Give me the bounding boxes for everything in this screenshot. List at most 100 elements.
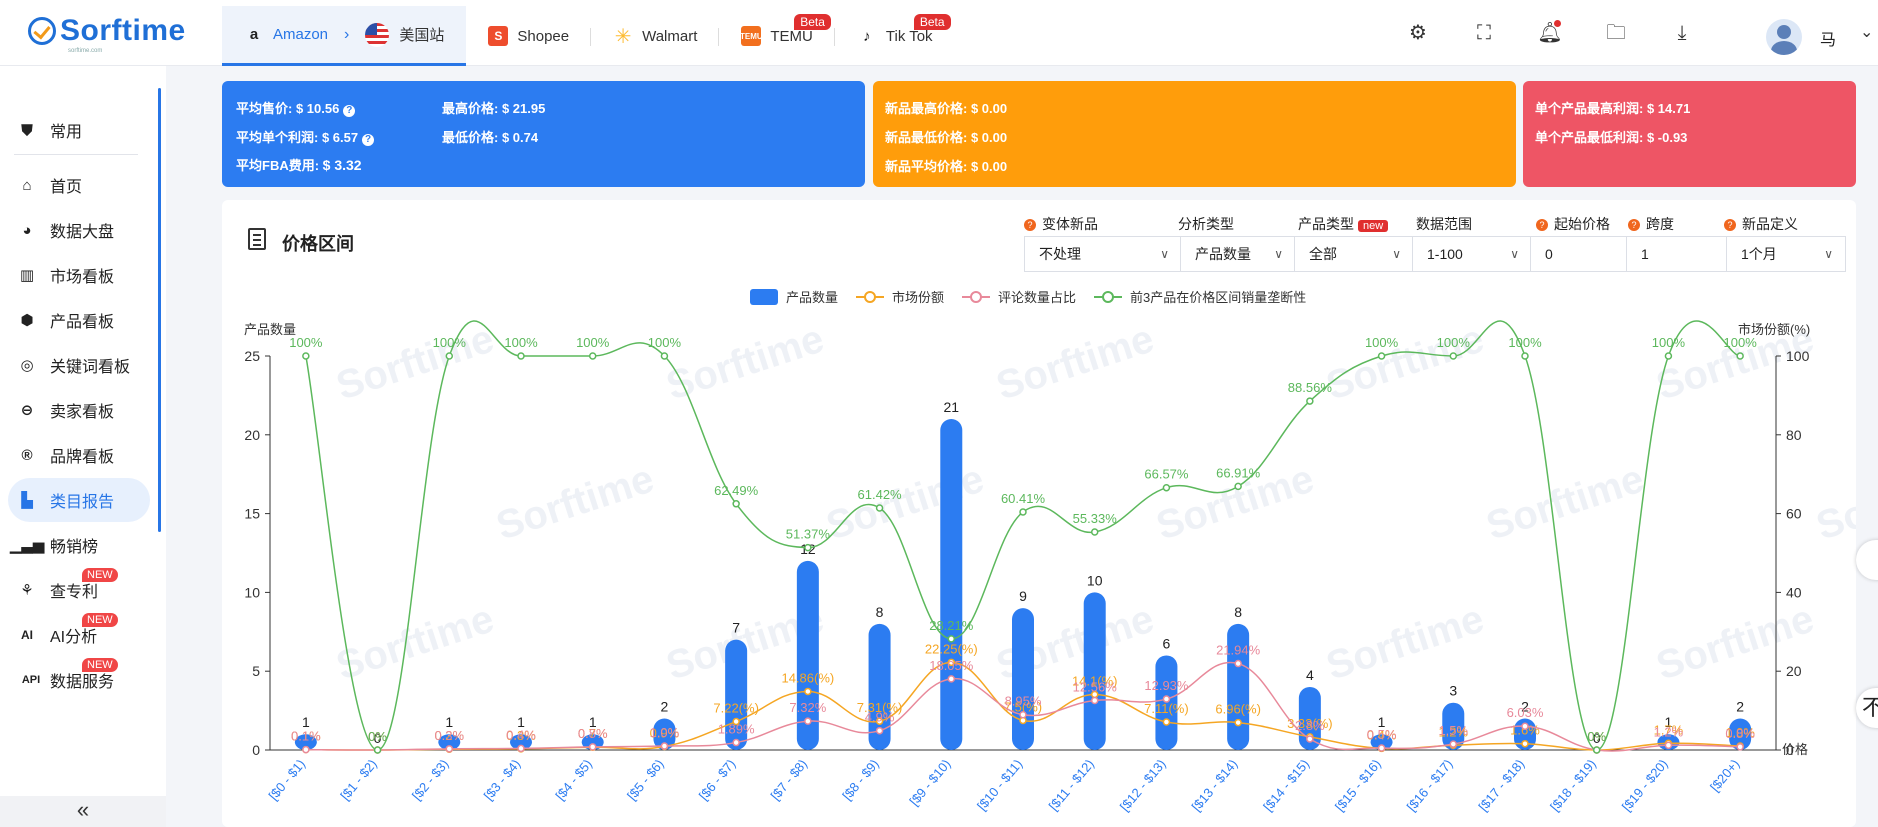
x-tick-label: [$8 - $9): [839, 756, 882, 803]
fullscreen-icon[interactable]: ⛶: [1471, 20, 1497, 46]
sidebar-item-brand[interactable]: ® 品牌看板: [8, 433, 150, 477]
line-point: [517, 352, 525, 360]
new-max-price: 新品最高价格: $ 0.00: [885, 101, 1008, 116]
line-point: [804, 687, 812, 696]
line-value-label: 4.9%: [865, 710, 895, 725]
bar-value-label: 7: [732, 620, 740, 636]
tab-tiktok[interactable]: ♪ Tik Tok Beta: [835, 6, 955, 66]
avg-price-line: 平均售价: $ 10.56?: [236, 98, 356, 117]
download-icon[interactable]: ⤓: [1669, 20, 1695, 46]
x-tick-label: [$0 - $1): [266, 756, 309, 803]
sidebar-item-data-service[interactable]: API 数据服务 NEW: [8, 658, 150, 702]
sidebar-item-label: 数据大盘: [50, 224, 115, 241]
bell-icon[interactable]: 🔔︎: [1537, 20, 1563, 46]
line-point: [1521, 722, 1529, 730]
sidebar-item-seller[interactable]: ⊖ 卖家看板: [8, 388, 150, 432]
folder-icon[interactable]: 🗀: [1603, 20, 1629, 46]
sidebar-item-bestsellers[interactable]: ▁▃▅ 畅销榜: [8, 523, 150, 567]
line-point: [1019, 508, 1027, 516]
sidebar-item-dashboard[interactable]: ◕ 数据大盘: [8, 208, 150, 252]
avg-fba-value: $ 3.32: [322, 157, 362, 173]
tab-walmart[interactable]: ✳ Walmart: [591, 6, 720, 66]
tab-amazon[interactable]: a Amazon › 美国站: [222, 6, 467, 66]
line-point: [732, 500, 740, 508]
line-value-label: 7.32%: [789, 700, 826, 715]
line-point: [947, 635, 956, 643]
sidebar-item-product[interactable]: ⬢ 产品看板: [8, 298, 150, 342]
x-tick-label: [$11 - $12): [1046, 756, 1097, 813]
sidebar-item-patent[interactable]: ⚘ 查专利 NEW: [8, 568, 150, 612]
username[interactable]: 马: [1820, 26, 1836, 50]
tab-temu[interactable]: TEMU TEMU Beta: [719, 6, 835, 66]
line-value-label: 1.5%: [1438, 723, 1468, 738]
bar-value-label: 9: [1019, 588, 1027, 604]
line-point: [875, 726, 884, 735]
sidebar-scrollbar[interactable]: [158, 88, 161, 532]
cube-icon: ⬢: [20, 312, 34, 329]
sidebar-item-label: 常用: [50, 124, 83, 141]
line-value-label: 2.8%: [1295, 718, 1325, 733]
line-point: [660, 742, 669, 750]
bar-value-label: 6: [1163, 635, 1171, 651]
line-value-label: 100%: [1724, 335, 1758, 350]
walmart-icon: ✳: [614, 25, 632, 48]
side-widget-translate[interactable]: 不: [1856, 688, 1878, 728]
x-tick-label: [$13 - $14): [1189, 756, 1241, 814]
sidebar-item-category-report[interactable]: ▙ 类目报告: [8, 478, 150, 522]
help-icon[interactable]: ?: [362, 134, 375, 146]
help-icon[interactable]: ?: [343, 105, 356, 117]
line-value-label: 6.03%: [1507, 705, 1544, 720]
watermark-text: Sorftime: [1481, 457, 1649, 549]
price-range-panel: 价格区间 ? 变体新品 分析类型 产品类型 new 数据范围 ? 起始价格 ? 跨度 ?…: [222, 200, 1856, 827]
tab-temu-label: TEMU: [770, 27, 813, 45]
sidebar: ⛊ 常用 ⌂ 首页 ◕ 数据大盘 ▥ 市场看板 ⬢ 产品看板 ◎ 关键词看板 ⊖…: [0, 66, 166, 827]
x-tick-label: [$3 - $4): [481, 756, 524, 803]
sidebar-item-ai[interactable]: AI AI分析 NEW: [8, 613, 150, 657]
bar-value-label: 4: [1306, 667, 1314, 683]
x-tick-label: [$19 - $20): [1619, 756, 1671, 814]
line-value-label: 100%: [1365, 335, 1399, 350]
settings-gear-icon[interactable]: ⚙: [1405, 20, 1431, 46]
y-right-tick-label: 60: [1786, 506, 1802, 522]
avatar[interactable]: [1766, 19, 1802, 55]
brand-tagline: sorftime.com: [68, 48, 103, 54]
line-point: [517, 744, 525, 753]
sidebar-item-market[interactable]: ▥ 市场看板: [8, 253, 150, 297]
line-point: [1090, 528, 1099, 536]
sidebar-item-keyword[interactable]: ◎ 关键词看板: [8, 343, 150, 387]
beta-badge: Beta: [794, 14, 831, 30]
line-value-label: 12.56%: [1073, 680, 1118, 695]
bar: [940, 419, 963, 750]
target-icon: ◎: [20, 357, 34, 374]
line-point: [1306, 735, 1314, 743]
side-widget[interactable]: [1856, 540, 1878, 580]
bar-value-label: 2: [1736, 698, 1744, 714]
line-value-label: 60.41%: [1001, 491, 1046, 506]
y-right-tick-label: 80: [1786, 427, 1802, 443]
line-value-label: 0.5%: [1367, 727, 1397, 742]
new-min-price: 新品最低价格: $ 0.00: [885, 130, 1008, 145]
sidebar-item-home[interactable]: ⌂ 首页: [8, 163, 150, 207]
tiktok-icon: ♪: [863, 27, 871, 45]
bar-value-label: 8: [1234, 604, 1242, 620]
avg-profit: 平均单个利润: $ 6.57: [236, 130, 359, 145]
min-profit: 单个产品最低利润: $ -0.93: [1535, 130, 1688, 145]
bar-value-label: 10: [1087, 572, 1103, 588]
x-tick-label: [$16 - $17): [1404, 756, 1456, 814]
line-value-label: 14.86(%): [781, 670, 834, 685]
line-value-label: 28.21%: [929, 618, 974, 633]
shopee-icon: S: [488, 26, 509, 46]
brand-logo[interactable]: Sorftime sorftime.com: [28, 14, 186, 54]
temu-icon: TEMU: [740, 26, 763, 46]
line-point: [588, 352, 597, 360]
bar-value-label: 21: [943, 399, 959, 415]
sidebar-item-label: 首页: [50, 179, 83, 196]
bar: [1012, 608, 1034, 750]
chevron-down-icon[interactable]: ⌄: [1860, 22, 1873, 42]
line-value-label: 100%: [289, 335, 323, 350]
sidebar-item-favorites[interactable]: ⛊ 常用: [8, 108, 150, 152]
watermark-text: Sorftime: [991, 317, 1159, 409]
tab-shopee[interactable]: S Shopee: [466, 6, 592, 66]
collapse-sidebar-icon[interactable]: «: [0, 796, 166, 827]
tab-us-site-label[interactable]: 美国站: [399, 24, 444, 45]
